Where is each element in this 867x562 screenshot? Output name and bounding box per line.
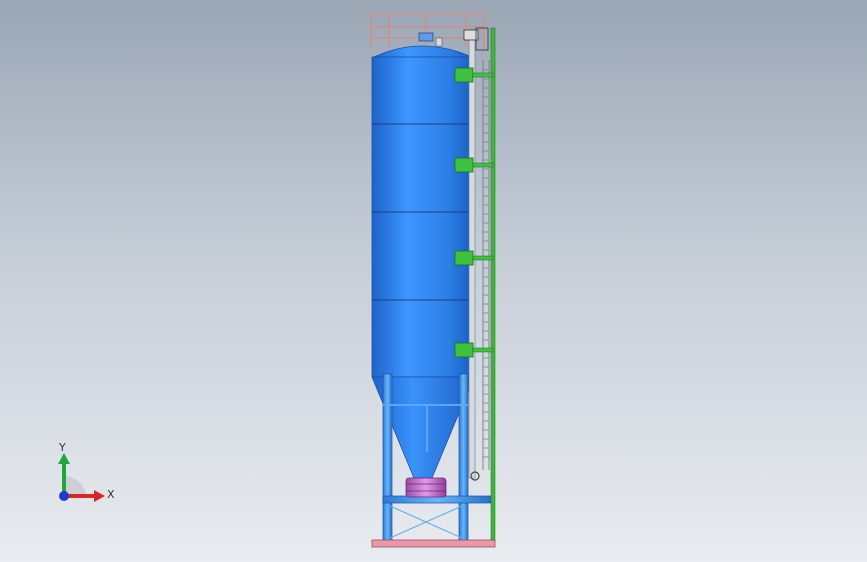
coordinate-triad: Y X (58, 441, 115, 502)
bracket-arm (472, 162, 494, 168)
z-axis-dot (59, 491, 69, 501)
bracket (454, 250, 474, 266)
base-plate (371, 539, 496, 548)
bracket (454, 67, 474, 83)
tank-roof (371, 45, 475, 59)
bracket-arm (472, 255, 494, 261)
discharge-valve (405, 477, 447, 498)
ladder (468, 27, 496, 541)
bracket (454, 157, 474, 173)
bracket (454, 342, 474, 358)
bracket-arm (472, 347, 494, 353)
roof-hatch (418, 32, 434, 42)
silo-model[interactable] (0, 0, 867, 562)
y-axis-label: Y (58, 441, 66, 454)
x-axis-label: X (107, 488, 115, 501)
bracket-arm (472, 72, 494, 78)
roof-vent (435, 37, 443, 47)
tank-body (371, 56, 475, 378)
graphics-viewport[interactable]: Y X (0, 0, 867, 562)
